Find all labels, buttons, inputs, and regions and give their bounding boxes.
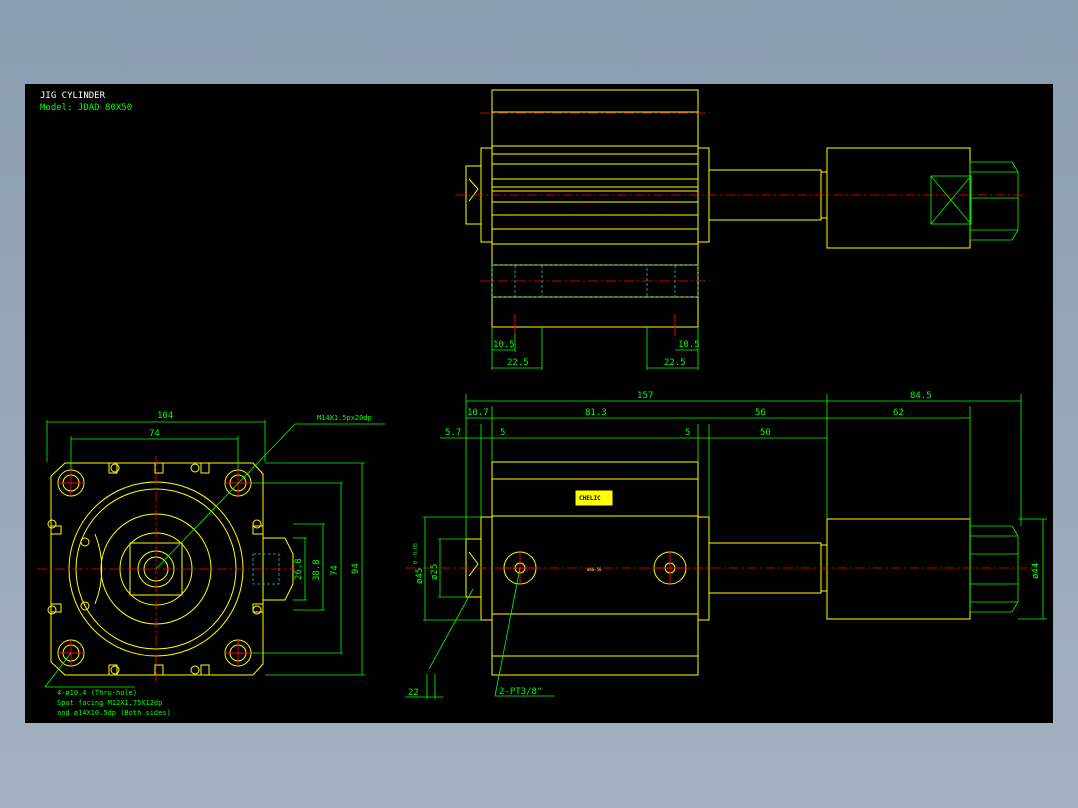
dim-top-right-b: 22.5 [664,358,686,368]
dim-side-5a: 5 [500,428,505,438]
dim-side-56: 56 [755,408,766,418]
side-view: CHELIC ø80-50 157 84.5 10.7 81.3 56 62 5… [405,391,1047,699]
cad-drawing: JIG CYLINDER Model: JDAD 80X50 10.5 22.5… [37,89,1047,717]
dim-side-pt: 2-PT3/8" [499,687,542,697]
dim-side-57: 5.7 [445,428,461,438]
dim-side-157: 157 [637,391,653,401]
drawing-title: JIG CYLINDER [40,91,106,101]
dim-front-74v: 74 [330,565,340,576]
cad-viewport[interactable]: JIG CYLINDER Model: JDAD 80X50 10.5 22.5… [25,84,1053,723]
dim-side-50: 50 [760,428,771,438]
dim-side-62: 62 [893,408,904,418]
dim-side-d45: ø45 [415,568,425,584]
dim-top-left-b: 22.5 [507,358,529,368]
dim-front-94: 94 [351,563,361,574]
dim-front-74: 74 [149,429,160,439]
dim-side-813: 81.3 [585,408,607,418]
dim-side-5b: 5 [685,428,690,438]
note-line-3: and ø14X10.5dp (Both sides) [57,709,171,717]
dim-side-107: 10.7 [467,408,489,418]
dim-side-d44: ø44 [1031,563,1041,579]
dim-front-268: 26.8 [294,558,304,580]
note-line-1: 4-ø10.4 (Thru-hole) [57,689,137,697]
dim-side-22: 22 [408,688,419,698]
dim-front-388: 38.8 [312,559,322,581]
dim-side-845: 84.5 [910,391,932,401]
label-plate-text: CHELIC [579,495,601,502]
drawing-model: Model: JDAD 80X50 [40,103,132,113]
note-line-2: Spot facing M12X1.75X12dp [57,699,162,707]
top-view: 10.5 22.5 10.5 22.5 [455,89,1027,370]
dim-top-left-a: 10.5 [493,340,515,350]
dim-side-d45-tol: 0 -0.05 [413,543,419,564]
dim-top-right-a: 10.5 [678,340,700,350]
dim-front-port: M14X1.5px20dp [317,414,372,422]
front-view: 104 74 M14X1.5px20dp 94 74 38.8 26.8 4-ø… [37,411,385,717]
dim-side-d25: ø25 [430,564,440,580]
dim-front-104: 104 [157,411,173,421]
